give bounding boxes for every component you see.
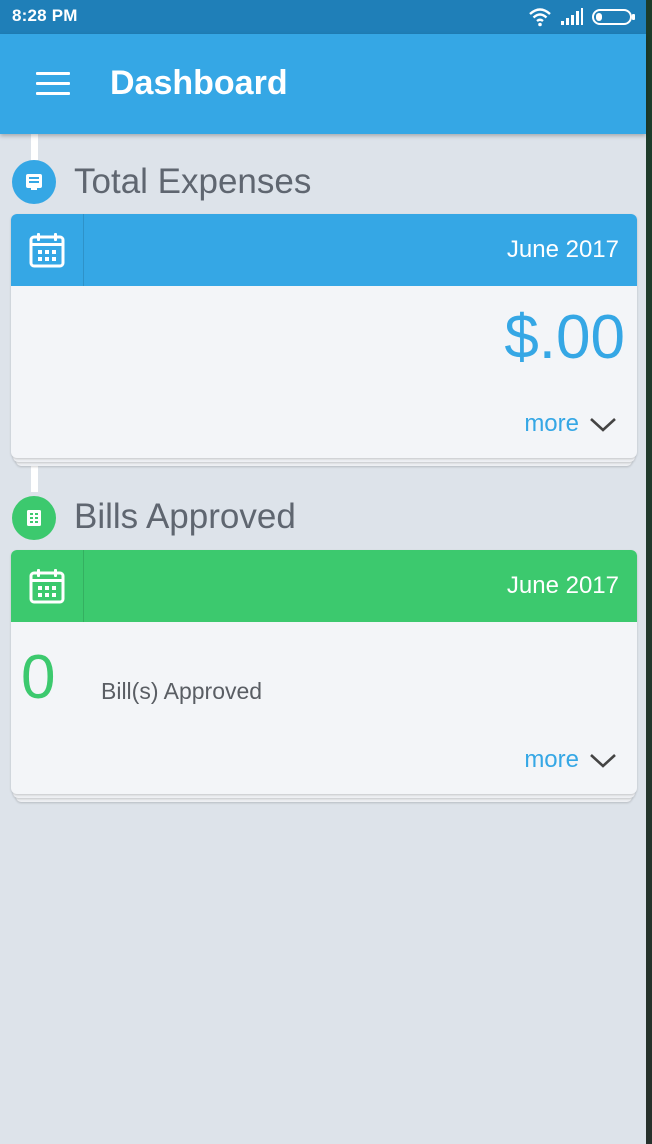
status-icons [528, 6, 636, 28]
document-icon [27, 510, 41, 526]
status-bar: 8:28 PM [0, 0, 646, 34]
dashboard-content: Total Expenses June 2017 $.00 more Bills… [0, 134, 646, 1144]
bills-more-button[interactable]: more [524, 746, 617, 774]
wifi-icon [529, 8, 551, 27]
hamburger-menu-icon[interactable] [36, 72, 70, 96]
status-time: 8:28 PM [12, 6, 78, 25]
more-label: more [524, 746, 579, 773]
calendar-icon [29, 233, 65, 268]
bills-period: June 2017 [506, 572, 619, 599]
timeline-line [31, 464, 38, 492]
expenses-card-header: June 2017 [11, 214, 637, 286]
expenses-more-button[interactable]: more [524, 410, 617, 438]
bills-section-icon [12, 496, 56, 540]
calendar-button[interactable] [11, 550, 84, 622]
window-edge [646, 0, 652, 1144]
page-title: Dashboard [110, 64, 288, 102]
chevron-down-icon [590, 418, 616, 432]
expenses-period: June 2017 [506, 236, 619, 263]
calendar-button[interactable] [11, 214, 84, 286]
battery-icon [592, 9, 635, 25]
bills-card: June 2017 0 Bill(s) Approved more [11, 550, 637, 794]
chevron-down-icon [590, 754, 616, 768]
bills-count: 0 [21, 643, 56, 712]
bills-count-label: Bill(s) Approved [101, 678, 263, 704]
calendar-icon [29, 569, 65, 604]
expenses-section-icon [12, 160, 56, 204]
app-bar: Dashboard [0, 34, 646, 134]
expenses-section-title: Total Expenses [74, 162, 312, 201]
signal-icon [561, 8, 583, 25]
bills-section-title: Bills Approved [74, 497, 296, 536]
expenses-card: June 2017 $.00 more [11, 214, 637, 458]
expenses-amount: $.00 [504, 303, 625, 372]
receipt-icon [26, 174, 42, 190]
timeline-line [31, 134, 38, 160]
bills-card-header: June 2017 [11, 550, 637, 622]
more-label: more [524, 410, 579, 437]
